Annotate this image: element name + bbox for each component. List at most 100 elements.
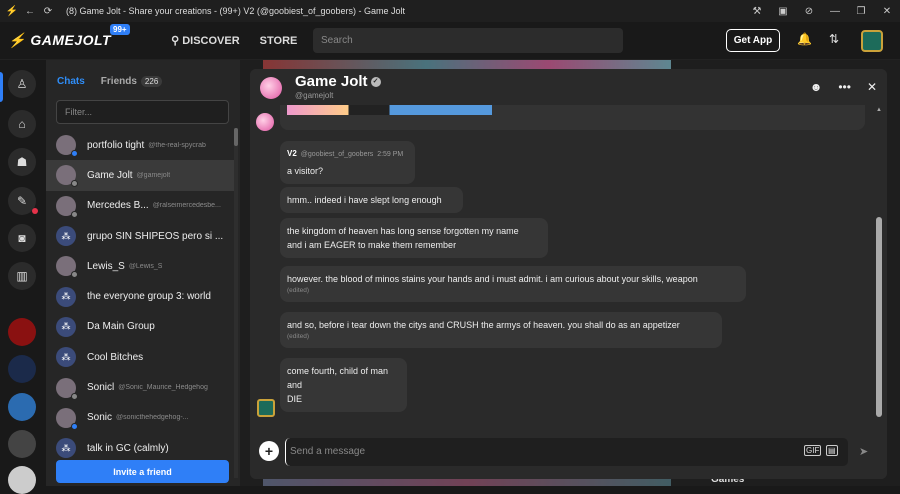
scrollbar-thumb[interactable] <box>234 128 238 146</box>
store-link[interactable]: STORE <box>260 35 298 47</box>
chat-list-item-name: Sonic <box>87 412 113 424</box>
chat-list-item-name: the everyone group 3: world <box>87 291 211 303</box>
search-input[interactable]: Search <box>313 28 623 53</box>
status-indicator <box>71 150 78 158</box>
message-meta: V2 @goobiest_of_goobers 2:59 PM <box>287 147 408 162</box>
rail-home-icon[interactable]: ♙ <box>8 70 36 98</box>
gamejolt-logo[interactable]: ⚡ GAMEJOLT <box>8 32 111 49</box>
message-scrollbar[interactable]: ▲ <box>875 107 883 427</box>
message-bubble: hmm.. indeed i have slept long enough <box>280 187 463 213</box>
user-avatar[interactable] <box>861 30 883 52</box>
chat-list-item[interactable]: Sonic @sonicthehedgehog-... <box>46 403 234 433</box>
scrollbar-thumb[interactable] <box>876 217 882 417</box>
rail-community-avatar[interactable] <box>8 393 36 421</box>
message-text: a visitor? <box>287 166 324 176</box>
more-options-icon[interactable]: ••• <box>838 80 851 94</box>
minimize-button[interactable]: — <box>822 6 848 17</box>
window-title: (8) Game Jolt - Share your creations - (… <box>66 6 406 16</box>
chat-list-item[interactable]: ⁂ grupo SIN SHIPEOS pero si ... <box>46 221 234 251</box>
chat-list-scrollbar[interactable] <box>234 128 238 478</box>
message-bubble: V2 @goobiest_of_goobers 2:59 PM a visitor… <box>280 141 415 184</box>
link-icon[interactable]: ⊘ <box>796 6 822 17</box>
chat-list-panel: Chats Friends 226 Filter... portfolio ti… <box>46 60 240 486</box>
top-navigation: ⚡ GAMEJOLT 99+ ⚲ DISCOVER STORE ⋮ Search… <box>0 22 900 60</box>
rail-community-avatar[interactable] <box>8 355 36 383</box>
invite-friend-button[interactable]: Invite a friend <box>56 460 229 483</box>
bell-icon[interactable]: 🔔 <box>797 32 812 46</box>
reload-icon[interactable]: ⟳ <box>42 5 54 17</box>
sender-avatar[interactable] <box>257 399 275 417</box>
rail-store-icon[interactable]: ⌂ <box>8 110 36 138</box>
chat-list-item[interactable]: ⁂ Da Main Group <box>46 312 234 342</box>
send-icon[interactable]: ➤ <box>859 445 868 458</box>
message-text: come fourth, child of man <box>287 366 389 376</box>
sticker-icon[interactable]: ▤ <box>826 445 838 456</box>
message-bubble: and so, before i tear down the citys and… <box>280 312 722 348</box>
add-member-icon[interactable]: ☻ <box>810 80 823 94</box>
chat-list-item[interactable]: Lewis_S @Lewis_S <box>46 251 234 281</box>
message-composer: + Send a message GIF ▤ ➤ <box>250 435 887 479</box>
verified-icon: ✓ <box>370 77 381 88</box>
wrench-icon[interactable]: ⚒ <box>744 6 770 17</box>
status-indicator <box>71 180 78 188</box>
rail-active-indicator <box>0 72 3 102</box>
previous-message-images[interactable] <box>287 105 492 115</box>
chat-list-item[interactable]: Mercedes B... @ralseimercedesbe... <box>46 191 234 221</box>
chat-avatar[interactable] <box>260 77 282 99</box>
rail-chat-icon[interactable]: ◙ <box>8 224 36 252</box>
get-app-button[interactable]: Get App <box>726 29 780 52</box>
scroll-up-icon[interactable]: ▲ <box>875 107 883 113</box>
chat-items: portfolio tight @the-real-spycrab Game Jol… <box>46 130 234 463</box>
gif-icon[interactable]: GIF <box>804 445 822 456</box>
chat-list-item[interactable]: ⁂ talk in GC (calmly) <box>46 433 234 463</box>
rail-community-avatar[interactable] <box>8 466 36 494</box>
chat-avatar <box>56 135 78 158</box>
maximize-button[interactable]: ❐ <box>848 6 874 17</box>
chat-header-actions: ☻ ••• ✕ <box>810 80 877 94</box>
edited-label: (edited) <box>287 333 310 340</box>
message-text: the kingdom of heaven has long sense for… <box>287 226 519 236</box>
chat-list-item[interactable]: ⁂ the everyone group 3: world <box>46 281 234 311</box>
message-input[interactable]: Send a message <box>285 438 848 466</box>
chat-list-item[interactable]: ⁂ Cool Bitches <box>46 342 234 372</box>
chat-list-item[interactable]: Sonicl @Sonic_Maurice_Hedgehog <box>46 372 234 402</box>
status-indicator <box>71 392 78 400</box>
chat-avatar <box>56 407 78 430</box>
chat-list-item[interactable]: portfolio tight @the-real-spycrab <box>46 130 234 160</box>
tab-chats[interactable]: Chats <box>57 76 85 87</box>
message-text: and so, before i tear down the citys and… <box>287 320 680 330</box>
message-time: 2:59 PM <box>377 151 404 158</box>
chat-avatar <box>56 256 78 279</box>
discover-link[interactable]: ⚲ DISCOVER <box>171 34 240 47</box>
group-chat-icon: ⁂ <box>56 438 76 459</box>
chat-list-item-handle: @gamejolt <box>136 171 171 179</box>
left-rail: ♙ ⌂ ☗ ✎ ◙ ▥ <box>0 60 46 494</box>
group-chat-icon: ⁂ <box>56 286 76 307</box>
previous-message-avatar <box>256 113 274 131</box>
close-window-button[interactable]: ✕ <box>874 6 900 17</box>
rail-backpack-icon[interactable]: ☗ <box>8 148 36 176</box>
message-bubble: however. the blood of minos stains your … <box>280 266 746 302</box>
chat-window: Game Jolt ✓ @gamejolt ☻ ••• ✕ V2 @goobiest… <box>250 69 887 479</box>
rail-community-avatar[interactable] <box>8 318 36 346</box>
chat-list-item-name: Da Main Group <box>87 321 155 333</box>
back-arrow-icon[interactable]: ← <box>24 5 36 17</box>
chat-avatar <box>56 195 78 218</box>
rail-community-avatar[interactable] <box>8 430 36 458</box>
chat-title-text: Game Jolt <box>295 73 368 90</box>
sender-name[interactable]: V2 <box>287 149 297 158</box>
attach-plus-button[interactable]: + <box>259 441 279 461</box>
filter-input[interactable]: Filter... <box>56 100 229 124</box>
message-bubble: come fourth, child of man and DIE <box>280 358 407 412</box>
chat-avatar <box>56 165 78 188</box>
message-text: however. the blood of minos stains your … <box>287 274 698 284</box>
rail-library-icon[interactable]: ▥ <box>8 262 36 290</box>
friend-requests-icon[interactable]: ⇅ <box>829 32 839 46</box>
message-text: and <box>287 380 303 390</box>
screenshot-icon[interactable]: ▣ <box>770 6 796 17</box>
chat-list-item[interactable]: Game Jolt @gamejolt <box>46 160 234 191</box>
close-icon[interactable]: ✕ <box>867 80 877 94</box>
chat-handle: @gamejolt <box>295 91 334 100</box>
chat-list-item-name: Sonicl <box>87 382 115 394</box>
tab-friends[interactable]: Friends <box>101 76 137 87</box>
